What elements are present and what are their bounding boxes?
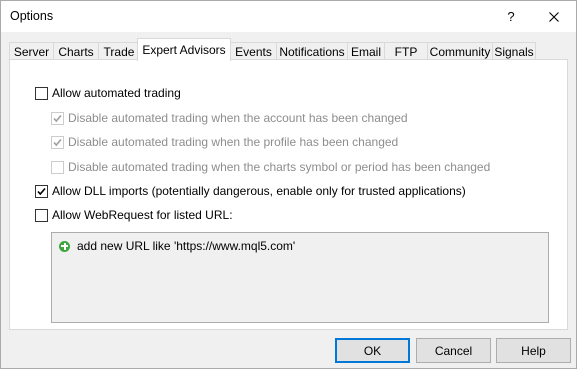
title-help-button[interactable]: ? — [491, 1, 531, 32]
allow-webrequest-option[interactable]: Allow WebRequest for listed URL: — [35, 207, 233, 223]
allow-dll-imports-checkbox[interactable] — [35, 184, 48, 198]
add-url-text: add new URL like 'https://www.mql5.com' — [77, 239, 296, 253]
allow-automated-trading-checkbox[interactable] — [35, 86, 48, 100]
help-button[interactable]: Help — [496, 338, 571, 363]
close-icon — [549, 11, 559, 22]
close-button[interactable] — [533, 1, 575, 32]
disable-on-profile-change-label: Disable automated trading when the profi… — [68, 135, 399, 149]
disable-on-account-change-option: Disable automated trading when the accou… — [51, 110, 408, 126]
disable-on-account-change-label: Disable automated trading when the accou… — [68, 111, 408, 125]
allow-webrequest-label: Allow WebRequest for listed URL: — [52, 208, 233, 222]
webrequest-url-list[interactable]: add new URL like 'https://www.mql5.com' — [51, 232, 549, 323]
allow-dll-imports-label: Allow DLL imports (potentially dangerous… — [52, 184, 466, 198]
disable-on-account-change-checkbox — [51, 111, 64, 125]
window-title: Options — [10, 9, 54, 23]
cancel-button[interactable]: Cancel — [416, 338, 491, 363]
question-mark-icon: ? — [507, 9, 515, 24]
disable-on-symbol-change-label: Disable automated trading when the chart… — [68, 160, 491, 174]
tab-expert-advisors[interactable]: Expert Advisors — [137, 38, 231, 61]
checkmark-icon — [37, 187, 46, 195]
expert-advisors-panel: Allow automated trading Disable automate… — [9, 59, 568, 330]
disable-on-profile-change-checkbox — [51, 135, 64, 149]
title-bar: Options ? — [1, 1, 576, 32]
options-dialog: Options ? Server Charts Trade Expert Adv… — [0, 0, 577, 369]
allow-webrequest-checkbox[interactable] — [35, 208, 48, 222]
allow-automated-trading-option[interactable]: Allow automated trading — [35, 85, 181, 101]
allow-dll-imports-option[interactable]: Allow DLL imports (potentially dangerous… — [35, 183, 466, 199]
checkmark-icon — [53, 138, 62, 146]
disable-on-symbol-change-checkbox — [51, 160, 64, 174]
checkmark-icon — [53, 114, 62, 122]
disable-on-profile-change-option: Disable automated trading when the profi… — [51, 134, 398, 150]
allow-automated-trading-label: Allow automated trading — [52, 86, 181, 100]
ok-button[interactable]: OK — [335, 338, 410, 363]
disable-on-symbol-change-option: Disable automated trading when the chart… — [51, 159, 490, 175]
add-url-item[interactable]: add new URL like 'https://www.mql5.com' — [59, 238, 295, 254]
add-icon — [59, 240, 70, 252]
